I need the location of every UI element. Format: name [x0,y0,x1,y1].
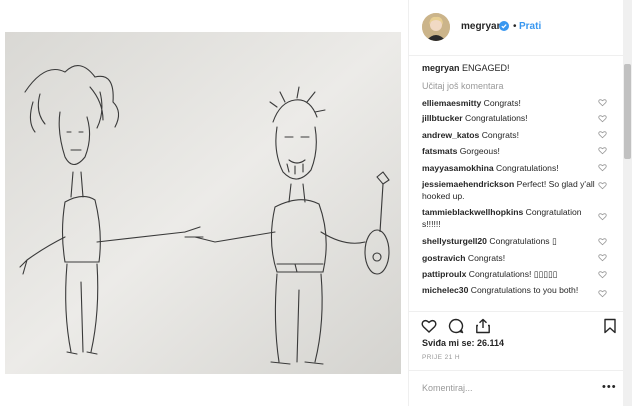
header-username[interactable]: megryan [461,21,503,32]
comment-text: Congrats! [481,130,519,140]
heart-icon[interactable] [598,98,607,107]
avatar[interactable] [422,13,450,41]
comment-row: tammieblackwellhopkins Congratulations!!… [422,206,587,230]
comment-row: mayyasamokhina Congratulations! [422,162,612,174]
comment-row: fatsmats Gorgeous! [422,145,612,157]
comment-username[interactable]: mayyasamokhina [422,163,494,173]
comment-text: Congratulations! [464,113,528,123]
comment-username[interactable]: jillbtucker [422,113,463,123]
comment-row: jessiemaehendrickson Perfect! So glad y'… [422,178,602,202]
follow-button[interactable]: Prati [519,21,541,32]
comments-list: megryan ENGAGED! Učitaj još komentara el… [409,57,632,310]
comment-text: Congratulations ▯ [489,236,557,246]
heart-icon[interactable] [598,237,607,246]
more-options-button[interactable]: ••• [602,381,617,393]
comment-text: Congrats! [467,253,506,263]
post-side-panel: megryan • Prati megryan ENGAGED! Učitaj … [408,0,632,406]
heart-icon[interactable] [598,114,607,123]
bookmark-icon[interactable] [602,318,618,334]
heart-icon[interactable] [598,289,607,298]
comment-username[interactable]: shellysturgell20 [422,236,487,246]
window-scrollbar[interactable] [623,0,632,406]
verified-badge-icon [499,21,509,31]
comment-username[interactable]: tammieblackwellhopkins [422,207,523,217]
comment-row: jillbtucker Congratulations! [422,112,612,124]
heart-icon[interactable] [598,163,607,172]
caption-username[interactable]: megryan [422,63,460,73]
comment-username[interactable]: michelec30 [422,285,468,295]
heart-icon[interactable] [598,146,607,155]
comment-username[interactable]: elliemaesmitty [422,98,481,108]
comment-username[interactable]: jessiemaehendrickson [422,179,514,189]
comment-row: gostravich Congrats! [422,252,612,264]
comment-row: pattiproulx Congratulations! ▯▯▯▯▯ [422,268,612,280]
comment-username[interactable]: pattiproulx [422,269,466,279]
comment-row: andrew_katos Congrats! [422,129,612,141]
post-timestamp[interactable]: PRIJE 21 H [422,354,460,361]
heart-icon[interactable] [598,270,607,279]
drawing-image [5,32,401,374]
heart-icon[interactable] [598,212,607,221]
comment-username[interactable]: andrew_katos [422,130,479,140]
heart-icon[interactable] [598,130,607,139]
caption: megryan ENGAGED! [422,63,622,74]
comment-username[interactable]: fatsmats [422,146,457,156]
comment-row: shellysturgell20 Congratulations ▯ [422,235,612,247]
header-separator: • [513,21,517,32]
heart-icon[interactable] [598,253,607,262]
like-count[interactable]: Sviđa mi se: 26.114 [422,338,504,348]
caption-text: ENGAGED! [462,63,510,73]
share-icon[interactable] [475,318,491,334]
post-header: megryan • Prati [409,0,632,56]
post-photo[interactable] [5,32,401,374]
comment-text: Gorgeous! [459,146,500,156]
comment-text: Congrats! [483,98,521,108]
load-more-comments[interactable]: Učitaj još komentara [422,81,504,91]
comment-username[interactable]: gostravich [422,253,465,263]
heart-icon[interactable] [421,318,437,334]
heart-icon[interactable] [598,181,607,190]
window-scroll-thumb[interactable] [624,64,631,159]
comment-row: elliemaesmitty Congrats! [422,97,612,109]
comment-text: Congratulations to you both! [470,285,579,295]
comment-text: Congratulations! [496,163,559,173]
comment-row: michelec30 Congratulations to you both! [422,284,597,296]
comment-text: Congratulations! ▯▯▯▯▯ [468,269,558,279]
add-comment-bar: ••• [409,370,632,406]
comment-bubble-icon[interactable] [448,318,464,334]
action-bar [409,311,632,337]
photo-pane [0,0,405,406]
comment-input[interactable] [422,381,592,395]
